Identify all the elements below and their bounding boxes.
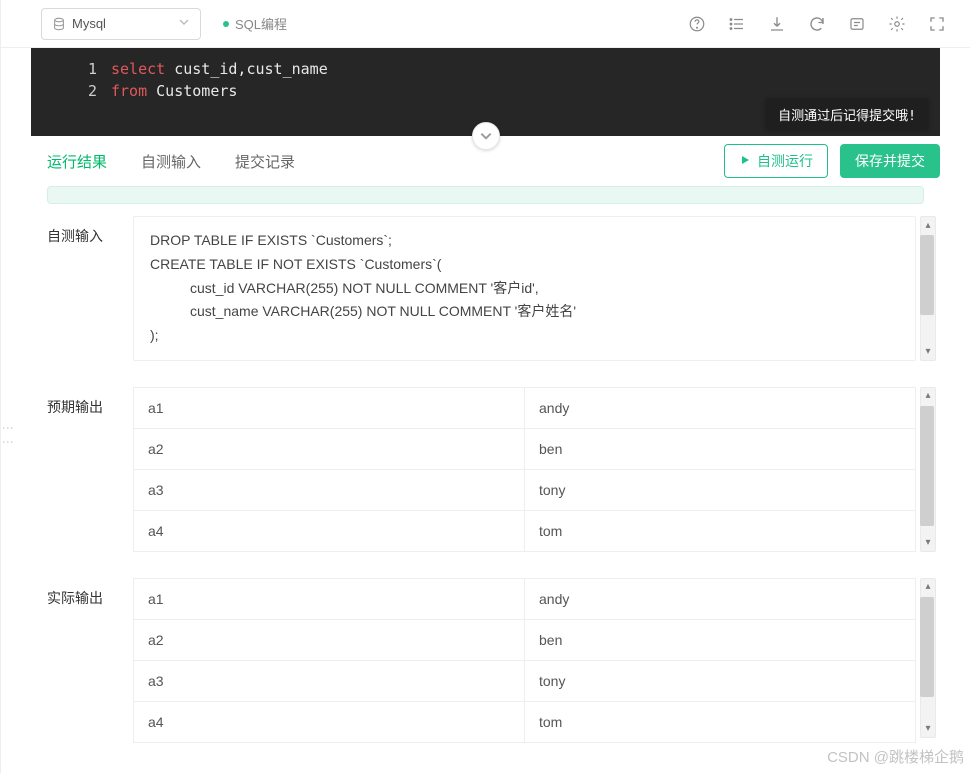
table-row: a4tom xyxy=(134,510,916,551)
actual-table: a1andy a2ben a3tony a4tom xyxy=(133,578,916,743)
submit-reminder-tooltip: 自测通过后记得提交哦! xyxy=(766,99,928,130)
list-icon[interactable] xyxy=(728,15,746,33)
mode-label: SQL编程 xyxy=(235,14,287,33)
scroll-up-icon[interactable]: ▴ xyxy=(921,217,935,233)
toolbar-actions xyxy=(688,15,946,33)
results-panel: 自测输入 DROP TABLE IF EXISTS `Customers`; C… xyxy=(1,216,970,743)
tabs: 运行结果 自测输入 提交记录 xyxy=(47,145,295,178)
top-toolbar: Mysql SQL编程 xyxy=(1,0,970,48)
mode-indicator: SQL编程 xyxy=(223,14,287,33)
section-expected: 预期输出 a1andy a2ben a3tony a4tom ▴ ▾ xyxy=(47,387,936,552)
self-run-label: 自测运行 xyxy=(757,151,813,171)
save-submit-label: 保存并提交 xyxy=(855,151,925,171)
fullscreen-icon[interactable] xyxy=(928,15,946,33)
database-select-value: Mysql xyxy=(72,16,178,31)
chevron-down-icon xyxy=(178,16,190,31)
scroll-down-icon[interactable]: ▾ xyxy=(921,535,935,551)
play-icon xyxy=(739,153,751,169)
scroll-down-icon[interactable]: ▾ xyxy=(921,344,935,360)
scrollbar[interactable]: ▴ ▾ xyxy=(920,216,936,361)
app-root: Mysql SQL编程 1 select cust_id,cust_name xyxy=(0,0,970,773)
watermark: CSDN @跳楼梯企鹅 xyxy=(827,746,964,767)
tab-result[interactable]: 运行结果 xyxy=(47,145,107,178)
section-self-input: 自测输入 DROP TABLE IF EXISTS `Customers`; C… xyxy=(47,216,936,361)
editor-wrap: 1 select cust_id,cust_name 2 from Custom… xyxy=(31,48,940,136)
scroll-down-icon[interactable]: ▾ xyxy=(921,721,935,737)
table-row: a4tom xyxy=(134,701,916,742)
status-dot-icon xyxy=(223,21,229,27)
table-row: a3tony xyxy=(134,469,916,510)
gear-icon[interactable] xyxy=(888,15,906,33)
table-row: a2ben xyxy=(134,619,916,660)
save-submit-button[interactable]: 保存并提交 xyxy=(840,144,940,178)
status-strip xyxy=(47,186,924,204)
notes-icon[interactable] xyxy=(848,15,866,33)
database-select[interactable]: Mysql xyxy=(41,8,201,40)
scrollbar[interactable]: ▴ ▾ xyxy=(920,387,936,552)
code-text: select cust_id,cust_name xyxy=(111,58,940,80)
action-buttons: 自测运行 保存并提交 xyxy=(724,144,940,178)
database-icon xyxy=(52,17,66,31)
scroll-up-icon[interactable]: ▴ xyxy=(921,579,935,595)
refresh-icon[interactable] xyxy=(808,15,826,33)
scrollbar[interactable]: ▴ ▾ xyxy=(920,578,936,738)
drag-dots-icon[interactable]: ⋮⋮ xyxy=(1,422,15,450)
section-label: 自测输入 xyxy=(47,216,133,361)
scroll-up-icon[interactable]: ▴ xyxy=(921,388,935,404)
section-label: 实际输出 xyxy=(47,578,133,743)
resize-handle[interactable] xyxy=(472,122,500,150)
scrollbar-thumb[interactable] xyxy=(920,235,934,315)
code-line: 1 select cust_id,cust_name xyxy=(31,58,940,80)
expected-table: a1andy a2ben a3tony a4tom xyxy=(133,387,916,552)
section-body: a1andy a2ben a3tony a4tom ▴ ▾ xyxy=(133,387,936,552)
table-row: a3tony xyxy=(134,660,916,701)
table-row: a2ben xyxy=(134,428,916,469)
self-run-button[interactable]: 自测运行 xyxy=(724,144,828,178)
section-body: a1andy a2ben a3tony a4tom ▴ ▾ xyxy=(133,578,936,743)
download-icon[interactable] xyxy=(768,15,786,33)
section-label: 预期输出 xyxy=(47,387,133,552)
help-icon[interactable] xyxy=(688,15,706,33)
scrollbar-thumb[interactable] xyxy=(920,406,934,526)
tab-history[interactable]: 提交记录 xyxy=(235,145,295,178)
self-input-text[interactable]: DROP TABLE IF EXISTS `Customers`; CREATE… xyxy=(133,216,916,361)
line-number: 1 xyxy=(31,58,111,80)
line-number: 2 xyxy=(31,80,111,102)
section-actual: 实际输出 a1andy a2ben a3tony a4tom ▴ ▾ xyxy=(47,578,936,743)
tab-self-input[interactable]: 自测输入 xyxy=(141,145,201,178)
section-body: DROP TABLE IF EXISTS `Customers`; CREATE… xyxy=(133,216,936,361)
table-row: a1andy xyxy=(134,387,916,428)
table-row: a1andy xyxy=(134,578,916,619)
scrollbar-thumb[interactable] xyxy=(920,597,934,697)
